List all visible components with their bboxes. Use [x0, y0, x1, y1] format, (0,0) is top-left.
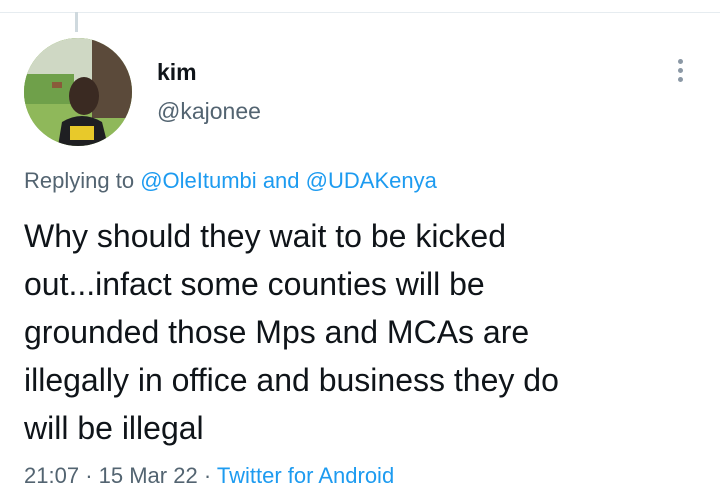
avatar[interactable] — [24, 38, 132, 146]
meta-separator: · — [203, 463, 212, 488]
thread-connector-line — [75, 12, 78, 32]
tweet-meta: 21:07 · 15 Mar 22 · Twitter for Android — [24, 462, 394, 490]
replying-to-label: Replying to — [24, 168, 135, 193]
more-vertical-icon-dot — [677, 76, 683, 82]
mention-joiner: and — [262, 168, 300, 193]
top-divider — [0, 0, 720, 13]
tweet-text: Why should they wait to be kicked out...… — [24, 218, 559, 446]
mention-link[interactable]: @OleItumbi — [140, 168, 256, 193]
display-name[interactable]: kim — [157, 58, 261, 86]
avatar-photo — [24, 38, 132, 146]
more-vertical-icon — [677, 58, 683, 64]
mention-link[interactable]: @UDAKenya — [306, 168, 437, 193]
tweet-time[interactable]: 21:07 — [24, 463, 79, 488]
replying-to-line: Replying to @OleItumbi and @UDAKenya — [24, 167, 437, 195]
meta-separator: · — [85, 463, 93, 488]
tweet-date[interactable]: 15 Mar 22 — [99, 463, 198, 488]
author-info[interactable]: kim @kajonee — [157, 58, 261, 125]
more-options-button[interactable] — [666, 52, 694, 88]
user-handle[interactable]: @kajonee — [157, 97, 261, 125]
more-vertical-icon-dot — [677, 67, 683, 73]
source-link[interactable]: Twitter for Android — [217, 463, 394, 488]
